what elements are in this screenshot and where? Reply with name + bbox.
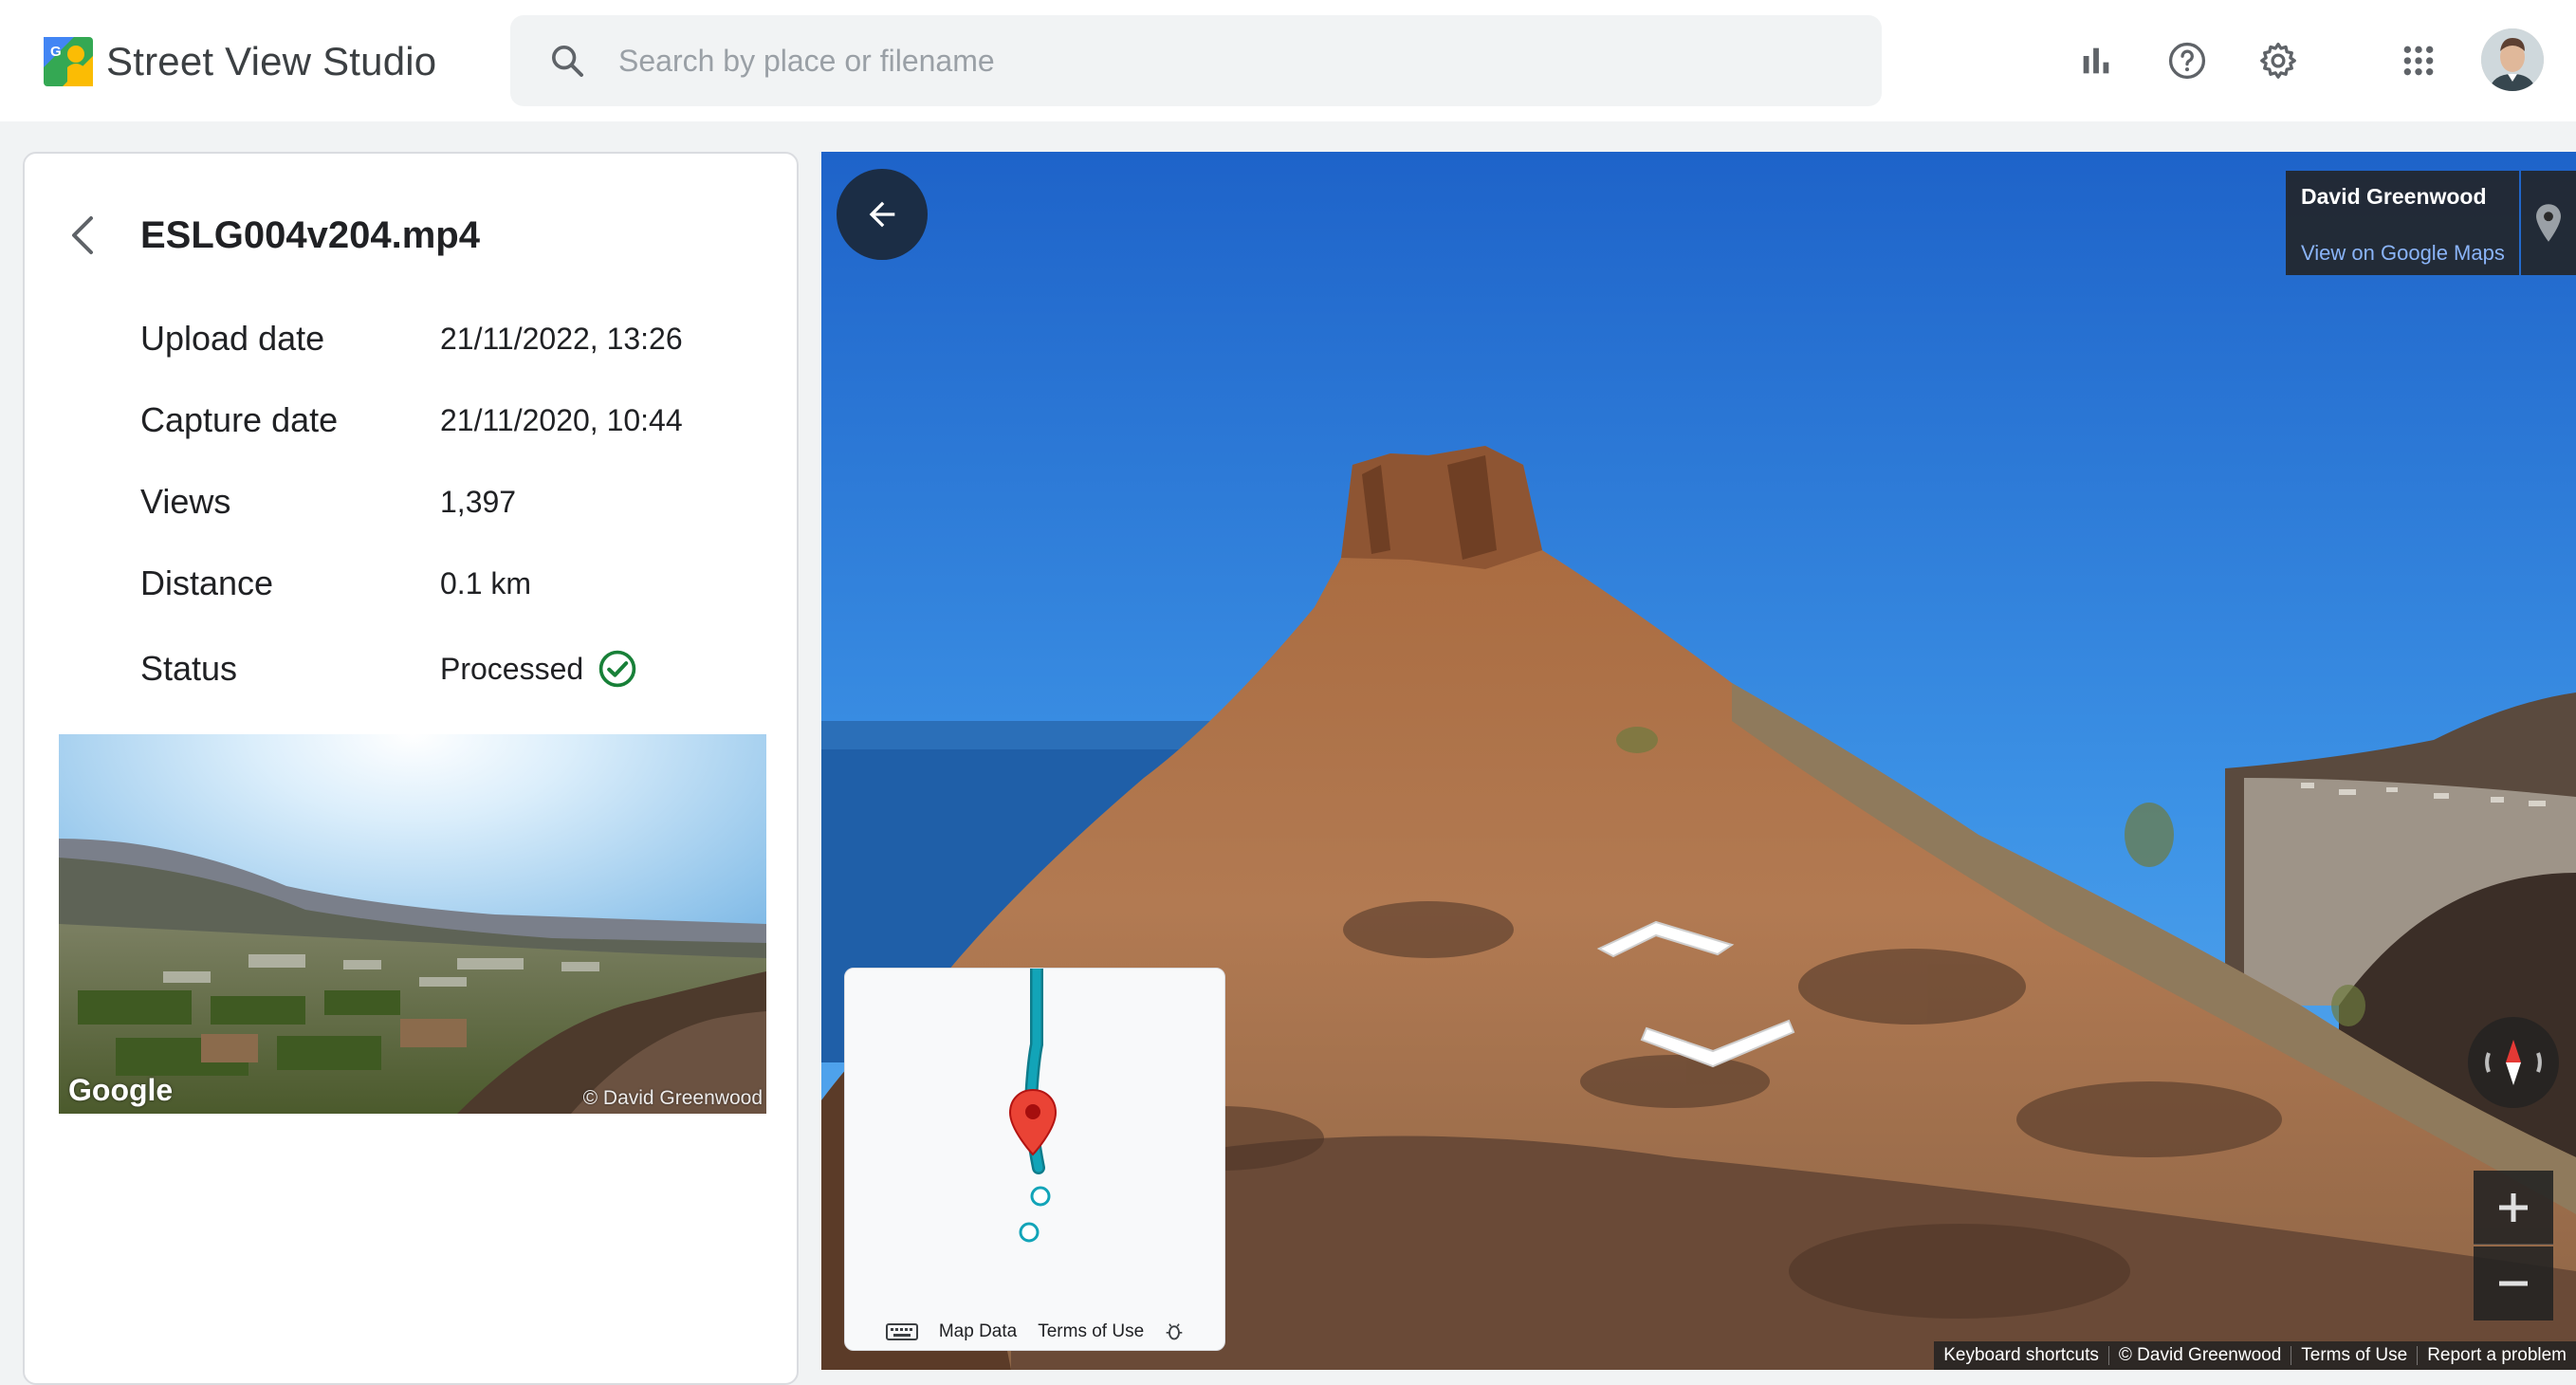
contributor-card: David Greenwood View on Google Maps bbox=[2286, 171, 2519, 275]
search-icon[interactable] bbox=[548, 42, 586, 80]
viewer-back-button[interactable] bbox=[837, 169, 928, 260]
top-app-bar: G Street View Studio bbox=[0, 0, 2576, 121]
help-button[interactable] bbox=[2157, 30, 2217, 91]
chevron-left-icon bbox=[72, 216, 93, 254]
viewer-footer: Keyboard shortcuts © David Greenwood Ter… bbox=[1934, 1341, 2576, 1370]
compass-icon bbox=[2485, 1040, 2542, 1085]
apps-grid-icon bbox=[2403, 46, 2434, 76]
search-bar[interactable] bbox=[510, 15, 1882, 106]
detail-label: Capture date bbox=[140, 400, 339, 439]
footer-copyright: © David Greenwood bbox=[2107, 1346, 2291, 1365]
file-name-heading: ESLG004v204.mp4 bbox=[140, 214, 480, 256]
detail-label: Upload date bbox=[140, 319, 325, 358]
map-pin-icon bbox=[1008, 1088, 1058, 1156]
detail-value: 0.1 km bbox=[440, 565, 532, 600]
compass-control[interactable] bbox=[2468, 1017, 2559, 1108]
detail-label: Status bbox=[140, 649, 238, 688]
detail-row-distance: Distance 0.1 km bbox=[140, 560, 531, 607]
detail-value: 21/11/2020, 10:44 bbox=[440, 402, 683, 437]
avatar[interactable] bbox=[2481, 28, 2544, 91]
plus-icon bbox=[2499, 1192, 2528, 1222]
route-point[interactable] bbox=[1030, 1186, 1051, 1207]
detail-row-capture-date: Capture date 21/11/2020, 10:44 bbox=[140, 397, 683, 444]
minimap[interactable]: Map Data Terms of Use bbox=[844, 968, 1225, 1351]
analytics-button[interactable] bbox=[2066, 30, 2126, 91]
detail-label: Views bbox=[140, 482, 231, 521]
map-data-link[interactable]: Map Data bbox=[939, 1321, 1017, 1342]
bug-report-icon[interactable] bbox=[1165, 1322, 1184, 1341]
street-view-viewer[interactable]: David Greenwood View on Google Maps Map … bbox=[821, 152, 2576, 1370]
detail-row-status: Status Processed bbox=[140, 645, 638, 692]
minimap-terms-link[interactable]: Terms of Use bbox=[1038, 1321, 1144, 1342]
thumbnail-copyright: © David Greenwood bbox=[582, 1087, 763, 1109]
apps-button[interactable] bbox=[2388, 30, 2449, 91]
location-pin-icon bbox=[2536, 204, 2561, 242]
app-title: Street View Studio bbox=[106, 39, 437, 83]
terms-of-use-link[interactable]: Terms of Use bbox=[2291, 1346, 2417, 1365]
minimap-canvas[interactable] bbox=[845, 969, 1225, 1310]
status-value: Processed bbox=[440, 648, 638, 690]
arrow-back-icon bbox=[869, 201, 895, 228]
detail-row-upload-date: Upload date 21/11/2022, 13:26 bbox=[140, 315, 683, 362]
google-watermark: Google bbox=[68, 1073, 174, 1107]
detail-value: 1,397 bbox=[440, 484, 517, 519]
settings-icon bbox=[2260, 42, 2296, 79]
detail-row-views: Views 1,397 bbox=[140, 478, 516, 526]
detail-value: 21/11/2022, 13:26 bbox=[440, 321, 683, 356]
keyboard-shortcuts-link[interactable]: Keyboard shortcuts bbox=[1934, 1346, 2108, 1365]
help-icon bbox=[2168, 42, 2206, 80]
file-details-panel: ESLG004v204.mp4 Upload date 21/11/2022, … bbox=[23, 152, 799, 1385]
route-point[interactable] bbox=[1019, 1222, 1040, 1243]
contributor-name: David Greenwood bbox=[2301, 184, 2487, 209]
report-problem-link[interactable]: Report a problem bbox=[2417, 1346, 2576, 1365]
view-on-google-maps-link[interactable]: View on Google Maps bbox=[2301, 241, 2505, 266]
bar-chart-icon bbox=[2083, 47, 2109, 74]
svg-text:G: G bbox=[50, 44, 62, 60]
location-pin-button[interactable] bbox=[2521, 171, 2576, 275]
status-text: Processed bbox=[440, 651, 584, 686]
street-view-studio-logo-icon: G bbox=[42, 35, 95, 88]
back-button[interactable] bbox=[59, 207, 106, 264]
minus-icon bbox=[2499, 1281, 2528, 1286]
search-input[interactable] bbox=[618, 43, 1757, 79]
minimap-footer: Map Data Terms of Use bbox=[845, 1318, 1224, 1346]
detail-label: Distance bbox=[140, 563, 274, 602]
panorama-thumbnail[interactable]: Google © David Greenwood bbox=[59, 734, 766, 1114]
check-circle-icon bbox=[598, 650, 636, 688]
zoom-out-button[interactable] bbox=[2474, 1246, 2553, 1320]
thumbnail-image bbox=[59, 734, 766, 1114]
brand[interactable]: G Street View Studio bbox=[42, 34, 436, 89]
keyboard-icon[interactable] bbox=[885, 1322, 918, 1341]
settings-button[interactable] bbox=[2248, 30, 2309, 91]
zoom-in-button[interactable] bbox=[2474, 1171, 2553, 1245]
